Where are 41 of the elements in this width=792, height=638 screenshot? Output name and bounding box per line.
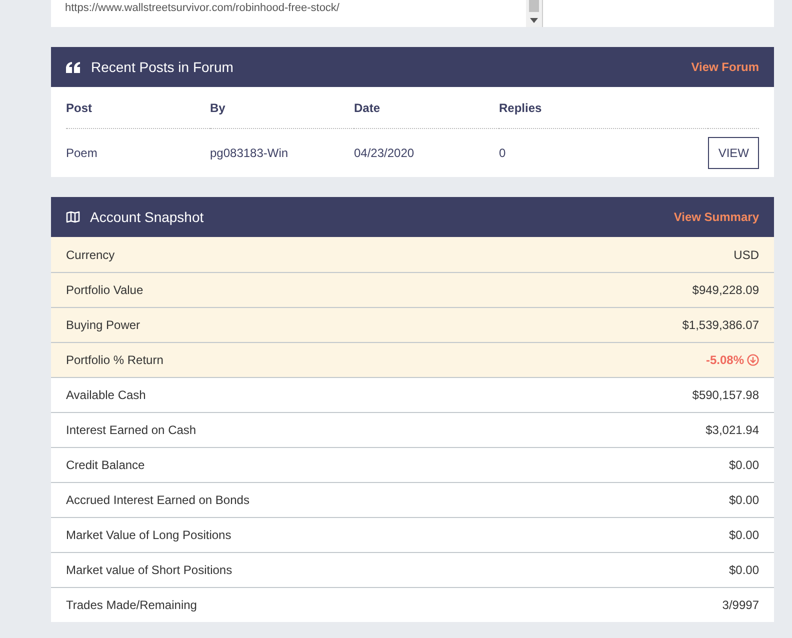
- row-value: 3/9997: [722, 598, 759, 612]
- row-label: Interest Earned on Cash: [66, 423, 196, 437]
- row-value: $949,228.09: [692, 283, 759, 297]
- view-summary-link[interactable]: View Summary: [674, 210, 759, 224]
- scrollbar[interactable]: [526, 0, 542, 27]
- row-label: Currency: [66, 248, 115, 262]
- row-value: -5.08%: [706, 353, 744, 367]
- row-value: $0.00: [728, 458, 759, 472]
- column-header: Post: [66, 87, 210, 129]
- row-value: USD: [734, 248, 759, 262]
- table-cell: 04/23/2020: [354, 146, 414, 160]
- row-value: $590,157.98: [692, 388, 759, 402]
- row-value: $0.00: [728, 563, 759, 577]
- table-cell: 0: [499, 146, 506, 160]
- row-value: $3,021.94: [706, 423, 759, 437]
- quote-icon: [66, 62, 81, 72]
- row-value: $0.00: [728, 528, 759, 542]
- map-icon: [66, 211, 80, 223]
- row-label: Portfolio Value: [66, 283, 144, 297]
- row-value: $1,539,386.07: [682, 318, 759, 332]
- row-value: $0.00: [728, 493, 759, 507]
- row-label: Portfolio % Return: [66, 353, 164, 367]
- link-text: https://www.wallstreetsurvivor.com/robinhood-free-stock/: [65, 2, 340, 14]
- column-header: By: [210, 87, 354, 129]
- scroll-down-icon[interactable]: [530, 18, 538, 23]
- view-forum-link[interactable]: View Forum: [691, 60, 759, 74]
- row-label: Market Value of Long Positions: [66, 528, 232, 542]
- link-text-area[interactable]: https://www.wallstreetsurvivor.com/robinhood-free-stock/: [51, 0, 543, 27]
- snapshot-title: Account Snapshot: [90, 209, 205, 225]
- view-button[interactable]: VIEW: [708, 137, 759, 169]
- row-label: Buying Power: [66, 318, 140, 332]
- row-label: Trades Made/Remaining: [66, 598, 197, 612]
- table-cell: pg083183-Win: [210, 146, 288, 160]
- column-header: Date: [354, 87, 499, 129]
- column-header: Replies: [499, 87, 708, 129]
- row-label: Market value of Short Positions: [66, 563, 232, 577]
- row-label: Credit Balance: [66, 458, 145, 472]
- row-label: Accrued Interest Earned on Bonds: [66, 493, 250, 507]
- forum-title: Recent Posts in Forum: [91, 59, 234, 75]
- table-cell: Poem: [66, 146, 98, 160]
- row-label: Available Cash: [66, 388, 146, 402]
